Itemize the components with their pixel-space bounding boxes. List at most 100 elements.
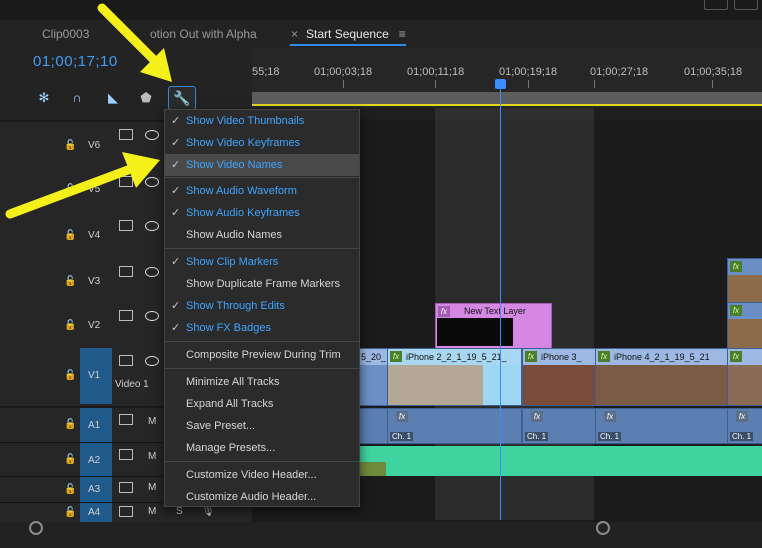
menu-item-show-through-edits[interactable]: ✓ Show Through Edits <box>165 295 359 317</box>
track-label: Video 1 <box>115 379 149 390</box>
track-name: A3 <box>88 484 101 495</box>
lock-icon[interactable]: 🔓 <box>64 276 76 287</box>
fx-badge-icon: fx <box>598 351 610 362</box>
menu-separator <box>165 177 359 178</box>
lock-icon[interactable]: 🔓 <box>64 320 76 331</box>
a2-audio-segment[interactable] <box>358 462 386 476</box>
channel-label: Ch. 1 <box>390 432 414 441</box>
a1-audio-clip[interactable]: fx Ch. 1 <box>387 408 522 444</box>
add-marker-icon[interactable]: ⬟ <box>136 89 156 107</box>
clip-thumbnail <box>483 365 521 405</box>
menu-item-expand-all-tracks[interactable]: Expand All Tracks <box>165 393 359 415</box>
menu-item-manage-presets[interactable]: Manage Presets... <box>165 437 359 459</box>
lock-icon[interactable]: 🔓 <box>64 419 76 430</box>
menu-item-save-preset[interactable]: Save Preset... <box>165 415 359 437</box>
sync-lock-icon[interactable] <box>119 129 133 140</box>
nest-snap-icon[interactable]: ✻ <box>34 89 54 107</box>
sync-lock-icon[interactable] <box>119 355 133 366</box>
a1-audio-clip[interactable]: fx Ch. 1 <box>727 408 762 444</box>
lock-icon[interactable]: 🔓 <box>64 454 76 465</box>
menu-item-show-audio-names[interactable]: Show Audio Names <box>165 224 359 246</box>
fx-badge-icon: fx <box>730 351 742 362</box>
sync-lock-icon[interactable] <box>119 414 133 425</box>
scroll-start-handle[interactable] <box>29 521 43 535</box>
checkmark-icon: ✓ <box>171 256 181 268</box>
menu-separator <box>165 341 359 342</box>
mute-button[interactable]: M <box>148 506 156 517</box>
lock-icon[interactable]: 🔓 <box>64 370 76 381</box>
mute-button[interactable]: M <box>148 451 156 462</box>
sync-lock-icon[interactable] <box>119 482 133 493</box>
v3-clip[interactable]: fx <box>727 258 762 304</box>
lock-icon[interactable]: 🔓 <box>64 507 76 518</box>
fx-badge-icon: fx <box>730 261 742 272</box>
menu-item-show-duplicate-frame-markers[interactable]: Show Duplicate Frame Markers <box>165 273 359 295</box>
sync-lock-icon[interactable] <box>119 310 133 321</box>
lock-icon[interactable]: 🔓 <box>64 484 76 495</box>
eye-icon[interactable] <box>145 267 159 277</box>
track-name: V1 <box>88 370 101 381</box>
menu-item-customize-audio-header[interactable]: Customize Audio Header... <box>165 486 359 508</box>
snap-magnet-icon[interactable]: ∩ <box>67 89 87 107</box>
eye-icon[interactable] <box>145 130 159 140</box>
checkmark-icon: ✓ <box>171 115 181 127</box>
sync-lock-icon[interactable] <box>119 449 133 460</box>
mute-button[interactable]: M <box>148 416 156 427</box>
menu-item-show-clip-markers[interactable]: ✓ Show Clip Markers <box>165 251 359 273</box>
menu-item-show-audio-waveform[interactable]: ✓ Show Audio Waveform <box>165 180 359 202</box>
menu-item-show-video-keyframes[interactable]: ✓ Show Video Keyframes <box>165 132 359 154</box>
sync-lock-icon[interactable] <box>119 266 133 277</box>
menu-item-composite-preview-during-trim[interactable]: Composite Preview During Trim <box>165 344 359 366</box>
ruler-tick <box>343 80 344 88</box>
clip-thumbnail <box>728 365 762 405</box>
menu-item-minimize-all-tracks[interactable]: Minimize All Tracks <box>165 371 359 393</box>
track-name: V4 <box>88 230 101 241</box>
track-name: A2 <box>88 455 101 466</box>
active-tab-indicator <box>290 44 406 46</box>
v2-clip[interactable]: fx <box>727 302 762 350</box>
annotation-arrow-icon <box>5 152 160 219</box>
v1-clip[interactable]: fx <box>727 348 762 406</box>
window-button[interactable] <box>704 0 728 10</box>
track-name: A1 <box>88 420 101 431</box>
checkmark-icon: ✓ <box>171 322 181 334</box>
checkmark-icon: ✓ <box>171 300 181 312</box>
menu-item-show-video-thumbnails[interactable]: ✓ Show Video Thumbnails <box>165 110 359 132</box>
menu-item-show-audio-keyframes[interactable]: ✓ Show Audio Keyframes <box>165 202 359 224</box>
playhead-handle[interactable] <box>495 79 506 89</box>
track-name: A4 <box>88 507 101 518</box>
eye-icon[interactable] <box>145 311 159 321</box>
v1-clip[interactable]: iPhone 2_2_1_19_5_21_ fx <box>387 348 522 406</box>
track-name: V3 <box>88 276 101 287</box>
a1-audio-clip[interactable]: fx Ch. 1 <box>522 408 596 444</box>
clip-name: New Text Layer <box>464 306 526 316</box>
scroll-end-handle[interactable] <box>596 521 610 535</box>
lock-icon[interactable]: 🔓 <box>64 230 76 241</box>
clip-thumbnail <box>728 275 762 303</box>
fx-badge-icon: fx <box>525 351 537 362</box>
sync-lock-icon[interactable] <box>119 506 133 517</box>
tab-menu-icon[interactable]: ≡ <box>399 27 406 41</box>
channel-label: Ch. 1 <box>730 432 754 441</box>
ruler-label: 01;00;27;18 <box>590 66 649 78</box>
v1-clip[interactable]: iPhone 3_ fx <box>522 348 596 406</box>
mute-button[interactable]: M <box>148 482 156 493</box>
menu-item-customize-video-header[interactable]: Customize Video Header... <box>165 464 359 486</box>
window-button[interactable] <box>734 0 758 10</box>
timeline-scrollbar[interactable] <box>0 522 762 548</box>
linked-selection-icon[interactable]: ◣ <box>103 89 123 107</box>
eye-icon[interactable] <box>145 356 159 366</box>
tab-clip0003[interactable]: Clip0003 <box>42 20 89 48</box>
ruler-label: 01;00;03;18 <box>314 66 373 78</box>
v1-clip[interactable]: iPhone 4_2_1_19_5_21 fx <box>595 348 728 406</box>
a1-audio-clip[interactable] <box>358 408 388 444</box>
tab-close-icon[interactable]: × <box>291 27 298 41</box>
playhead-line[interactable] <box>500 80 501 520</box>
timeline-display-settings-menu: ✓ Show Video Thumbnails ✓ Show Video Keyfr… <box>164 109 360 507</box>
annotation-arrow-icon <box>97 3 172 82</box>
v1-clip[interactable]: 5_20_ <box>358 348 388 406</box>
a1-audio-clip[interactable]: fx Ch. 1 <box>595 408 728 444</box>
menu-item-show-video-names[interactable]: ✓ Show Video Names <box>165 154 359 176</box>
checkmark-icon: ✓ <box>171 159 181 171</box>
menu-item-show-fx-badges[interactable]: ✓ Show FX Badges <box>165 317 359 339</box>
